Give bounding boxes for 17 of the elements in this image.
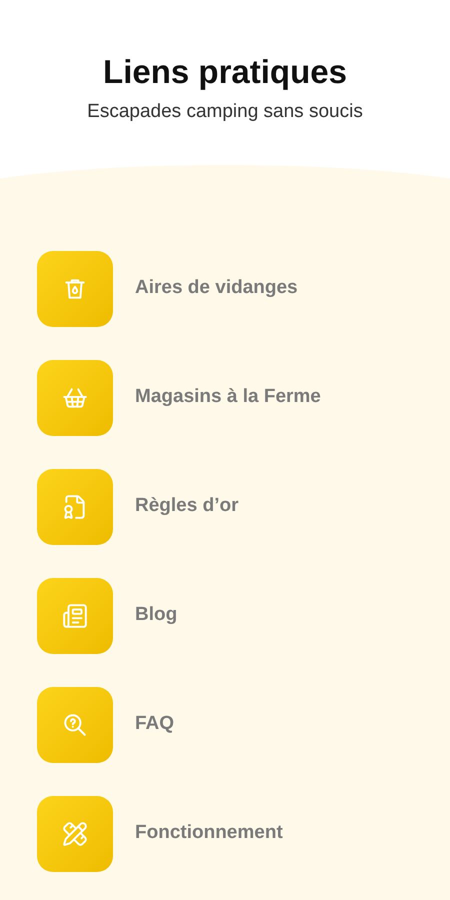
page-title: Liens pratiques [103, 52, 347, 92]
pencil-ruler-icon [62, 820, 88, 846]
link-label[interactable]: Aires de vidanges [135, 274, 298, 303]
link-icon-button[interactable] [37, 360, 113, 436]
link-label[interactable]: Règles d’or [135, 492, 238, 521]
link-icon-button[interactable] [37, 796, 113, 872]
page-subtitle: Escapades camping sans soucis [87, 100, 363, 124]
link-label[interactable]: FAQ [135, 710, 174, 739]
newspaper-icon [62, 602, 88, 628]
link-label[interactable]: Fonctionnement [135, 819, 283, 848]
link-icon-button[interactable] [37, 250, 113, 326]
link-icon-button[interactable] [37, 468, 113, 544]
link-label[interactable]: Magasins à la Ferme [135, 383, 321, 412]
link-label[interactable]: Blog [135, 601, 178, 630]
search-question-icon [62, 712, 88, 738]
link-icon-button[interactable] [37, 578, 113, 654]
link-icon-button[interactable] [37, 686, 113, 762]
